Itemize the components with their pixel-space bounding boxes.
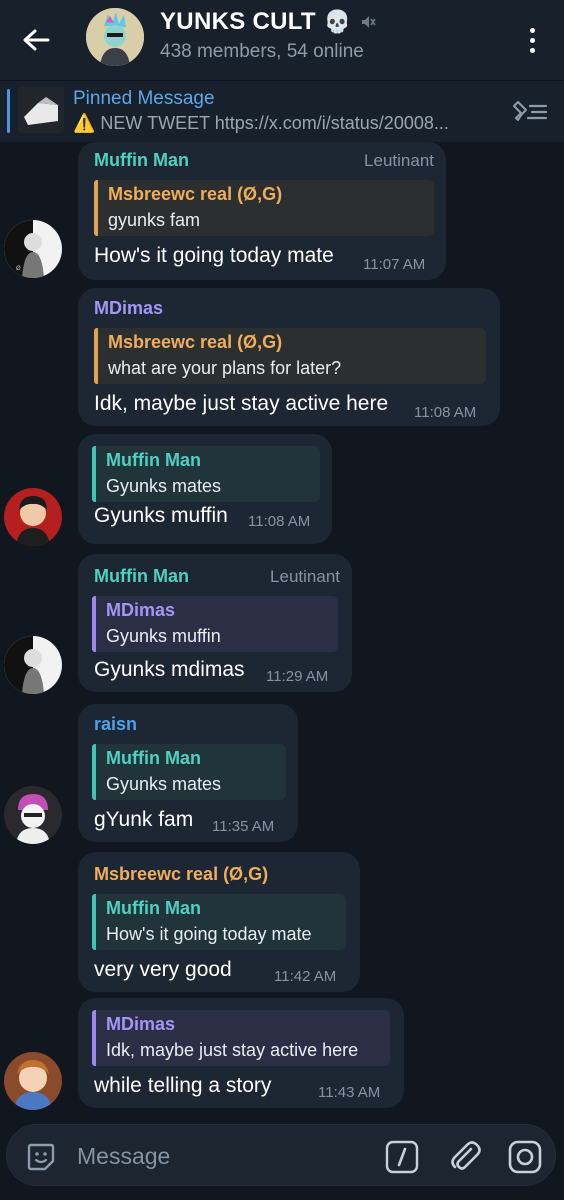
message-sender[interactable]: Muffin Man bbox=[94, 150, 189, 171]
reply-quote[interactable]: Msbreewc real (Ø,G) gyunks fam bbox=[94, 180, 434, 236]
avatar-msbreewc[interactable] bbox=[4, 1052, 62, 1110]
message-time: 11:42 AM bbox=[274, 968, 337, 985]
reply-text: How's it going today mate bbox=[106, 924, 312, 944]
message-time: 11:35 AM bbox=[212, 818, 275, 835]
reply-quote[interactable]: Muffin Man Gyunks mates bbox=[92, 446, 320, 502]
camera-icon[interactable] bbox=[507, 1139, 543, 1175]
svg-text:Ø: Ø bbox=[16, 265, 21, 272]
message-time: 11:07 AM bbox=[363, 256, 426, 273]
arrow-left-icon bbox=[23, 29, 50, 51]
message-bubble[interactable]: Muffin Man Leutinant Msbreewc real (Ø,G)… bbox=[78, 142, 446, 280]
chat-header: YUNKS CULT 💀 438 members, 54 online bbox=[0, 0, 564, 80]
message-bubble[interactable]: MDimas Idk, maybe just stay active here … bbox=[78, 998, 404, 1108]
message-bubble[interactable]: raisn Muffin Man Gyunks mates gYunk fam … bbox=[78, 704, 298, 842]
pinned-indicator bbox=[7, 89, 10, 133]
sender-role: Leutinant bbox=[364, 151, 434, 170]
message-sender[interactable]: Msbreewc real (Ø,G) bbox=[94, 864, 268, 885]
bot-commands-icon[interactable] bbox=[385, 1140, 419, 1174]
message-sender[interactable]: MDimas bbox=[94, 298, 163, 319]
pinned-preview: ⚠️ NEW TWEET https://x.com/i/status/2000… bbox=[73, 113, 449, 133]
chat-title[interactable]: YUNKS CULT 💀 bbox=[160, 8, 376, 36]
message-list[interactable]: Ø Muffin Man Leutinant Msbreewc real (Ø,… bbox=[0, 142, 564, 1120]
message-text: Gyunks mdimas bbox=[94, 658, 245, 681]
reply-text: Gyunks mates bbox=[106, 774, 222, 794]
pinned-thumbnail bbox=[18, 87, 64, 133]
reply-quote[interactable]: MDimas Idk, maybe just stay active here bbox=[92, 1010, 390, 1066]
message-time: 11:08 AM bbox=[414, 404, 477, 421]
message-time: 11:08 AM bbox=[248, 513, 311, 530]
message-text: Gyunks muffin bbox=[94, 504, 228, 527]
reply-sender: Muffin Man bbox=[106, 898, 201, 918]
avatar-raisn[interactable] bbox=[4, 786, 62, 844]
muted-icon bbox=[361, 16, 376, 28]
reply-text: Idk, maybe just stay active here bbox=[106, 1040, 359, 1060]
message-bubble[interactable]: Muffin Man Gyunks mates Gyunks muffin 11… bbox=[78, 434, 332, 544]
reply-quote[interactable]: MDimas Gyunks muffin bbox=[92, 596, 338, 652]
dot-icon bbox=[529, 37, 535, 43]
reply-sender: Msbreewc real (Ø,G) bbox=[108, 332, 283, 352]
message-text: How's it going today mate bbox=[94, 244, 334, 267]
sender-role: Leutinant bbox=[270, 567, 340, 586]
pinned-list-icon[interactable] bbox=[512, 98, 548, 126]
reply-text: what are your plans for later? bbox=[108, 358, 342, 378]
sticker-emoji-icon[interactable] bbox=[25, 1141, 57, 1173]
paperclip-icon[interactable] bbox=[447, 1139, 483, 1175]
reply-text: Gyunks muffin bbox=[106, 626, 221, 646]
reply-sender: MDimas bbox=[106, 600, 176, 620]
message-time: 11:29 AM bbox=[266, 668, 329, 685]
avatar-muffin-man[interactable] bbox=[4, 636, 62, 694]
pinned-title: Pinned Message bbox=[73, 88, 215, 109]
pinned-message-bar[interactable]: Pinned Message ⚠️ NEW TWEET https://x.co… bbox=[0, 80, 564, 142]
message-bubble[interactable]: Muffin Man Leutinant MDimas Gyunks muffi… bbox=[78, 554, 352, 692]
reply-text: Gyunks mates bbox=[106, 476, 222, 496]
reply-sender: Muffin Man bbox=[106, 748, 201, 768]
chat-title-text: YUNKS CULT bbox=[160, 8, 316, 35]
reply-quote[interactable]: Msbreewc real (Ø,G) what are your plans … bbox=[94, 328, 486, 384]
message-time: 11:43 AM bbox=[318, 1084, 381, 1101]
message-text: gYunk fam bbox=[94, 808, 194, 831]
message-bubble[interactable]: Msbreewc real (Ø,G) Muffin Man How's it … bbox=[78, 852, 360, 992]
dot-icon bbox=[529, 47, 535, 53]
message-text: Idk, maybe just stay active here bbox=[94, 392, 389, 415]
avatar-muffin-man[interactable]: Ø bbox=[4, 220, 62, 278]
message-text: while telling a story bbox=[94, 1074, 272, 1097]
skull-emoji: 💀 bbox=[323, 9, 352, 34]
message-input[interactable] bbox=[77, 1141, 367, 1171]
more-options-button[interactable] bbox=[520, 20, 544, 60]
reply-quote[interactable]: Muffin Man Gyunks mates bbox=[92, 744, 286, 800]
message-sender[interactable]: Muffin Man bbox=[94, 566, 189, 587]
avatar-mdimas[interactable] bbox=[4, 488, 62, 546]
member-count: 438 members, 54 online bbox=[160, 41, 364, 62]
back-button[interactable] bbox=[14, 18, 58, 62]
group-avatar[interactable] bbox=[86, 8, 144, 66]
message-sender[interactable]: raisn bbox=[94, 714, 137, 735]
dot-icon bbox=[529, 27, 535, 33]
message-composer bbox=[6, 1124, 556, 1186]
reply-sender: Muffin Man bbox=[106, 450, 201, 470]
message-bubble[interactable]: MDimas Msbreewc real (Ø,G) what are your… bbox=[78, 288, 500, 426]
reply-quote[interactable]: Muffin Man How's it going today mate bbox=[92, 894, 346, 950]
reply-sender: Msbreewc real (Ø,G) bbox=[108, 184, 283, 204]
reply-text: gyunks fam bbox=[108, 210, 201, 230]
reply-sender: MDimas bbox=[106, 1014, 176, 1034]
message-text: very very good bbox=[94, 958, 232, 981]
